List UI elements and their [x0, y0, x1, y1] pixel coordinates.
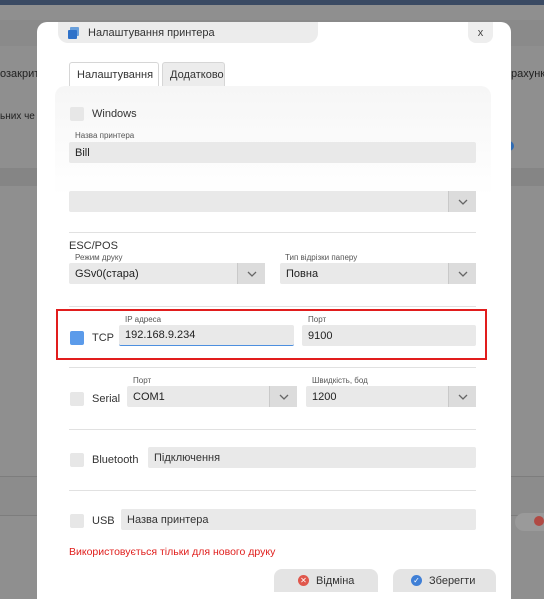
- chevron-down-icon: [237, 263, 265, 284]
- save-button-label: Зберегти: [429, 574, 476, 587]
- warning-text: Використовується тільки для нового друку: [69, 546, 276, 558]
- chevron-down-icon: [448, 191, 476, 212]
- bluetooth-checkbox[interactable]: [70, 453, 84, 467]
- printer-name-field[interactable]: Bill: [69, 142, 476, 163]
- close-button[interactable]: x: [468, 22, 493, 43]
- bg-delete-icon: [515, 513, 544, 531]
- printer-select[interactable]: [69, 191, 476, 212]
- baud-rate-value: 1200: [312, 390, 337, 403]
- divider: [69, 306, 476, 307]
- cut-type-label: Тип відрізки паперу: [285, 253, 358, 262]
- chevron-down-icon: [269, 386, 297, 407]
- cancel-icon: ✕: [298, 575, 309, 586]
- divider: [69, 490, 476, 491]
- printer-copy-icon: [68, 26, 80, 39]
- dialog-tabs: Налаштування Додатково: [69, 62, 228, 86]
- save-button[interactable]: ✓ Зберегти: [393, 569, 496, 592]
- tcp-label: TCP: [92, 332, 114, 344]
- bluetooth-connect-field[interactable]: Підключення: [148, 447, 476, 468]
- chevron-down-icon: [448, 263, 476, 284]
- printer-settings-dialog: Налаштування принтера x Налаштування Дод…: [37, 22, 511, 599]
- bg-row-text: ьних че: [0, 111, 35, 122]
- dialog-title-bar: Налаштування принтера: [58, 22, 318, 43]
- cut-type-select[interactable]: Повна: [280, 263, 476, 284]
- print-mode-select[interactable]: GSv0(стара): [69, 263, 265, 284]
- tcp-checkbox[interactable]: [70, 331, 84, 345]
- windows-label: Windows: [92, 108, 137, 120]
- bluetooth-label: Bluetooth: [92, 454, 139, 466]
- baud-rate-label: Швидкість, бод: [312, 376, 368, 385]
- dialog-title: Налаштування принтера: [88, 26, 215, 39]
- printer-name-label: Назва принтера: [75, 131, 135, 140]
- divider: [69, 232, 476, 233]
- tcp-port-label: Порт: [308, 315, 327, 324]
- print-mode-value: GSv0(стара): [75, 267, 139, 280]
- baud-rate-select[interactable]: 1200: [306, 386, 476, 407]
- divider: [69, 367, 476, 368]
- cancel-button[interactable]: ✕ Відміна: [274, 569, 378, 592]
- tcp-port-input[interactable]: 9100: [302, 325, 476, 346]
- tab-settings[interactable]: Налаштування: [69, 62, 159, 86]
- cut-type-value: Повна: [286, 267, 319, 280]
- save-check-icon: ✓: [411, 575, 422, 586]
- usb-checkbox[interactable]: [70, 514, 84, 528]
- bg-tab-right: рахунк: [511, 68, 544, 80]
- windows-checkbox[interactable]: [70, 107, 84, 121]
- serial-label: Serial: [92, 393, 121, 405]
- usb-label: USB: [92, 515, 115, 527]
- bg-tab-left: озакрит: [0, 68, 40, 80]
- ip-address-label: IP адреса: [125, 315, 162, 324]
- serial-port-label: Порт: [133, 376, 152, 385]
- esc-pos-label: ESC/POS: [69, 240, 118, 252]
- serial-port-select[interactable]: COM1: [127, 386, 297, 407]
- usb-printer-name-field[interactable]: Назва принтера: [121, 509, 476, 530]
- print-mode-label: Режим друку: [75, 253, 123, 262]
- cancel-button-label: Відміна: [316, 574, 355, 587]
- serial-checkbox[interactable]: [70, 392, 84, 406]
- chevron-down-icon: [448, 386, 476, 407]
- serial-port-value: COM1: [133, 390, 165, 403]
- divider: [69, 429, 476, 430]
- tab-additional[interactable]: Додатково: [162, 62, 225, 86]
- app-topbar: [0, 0, 544, 5]
- ip-address-input[interactable]: 192.168.9.234: [119, 325, 294, 346]
